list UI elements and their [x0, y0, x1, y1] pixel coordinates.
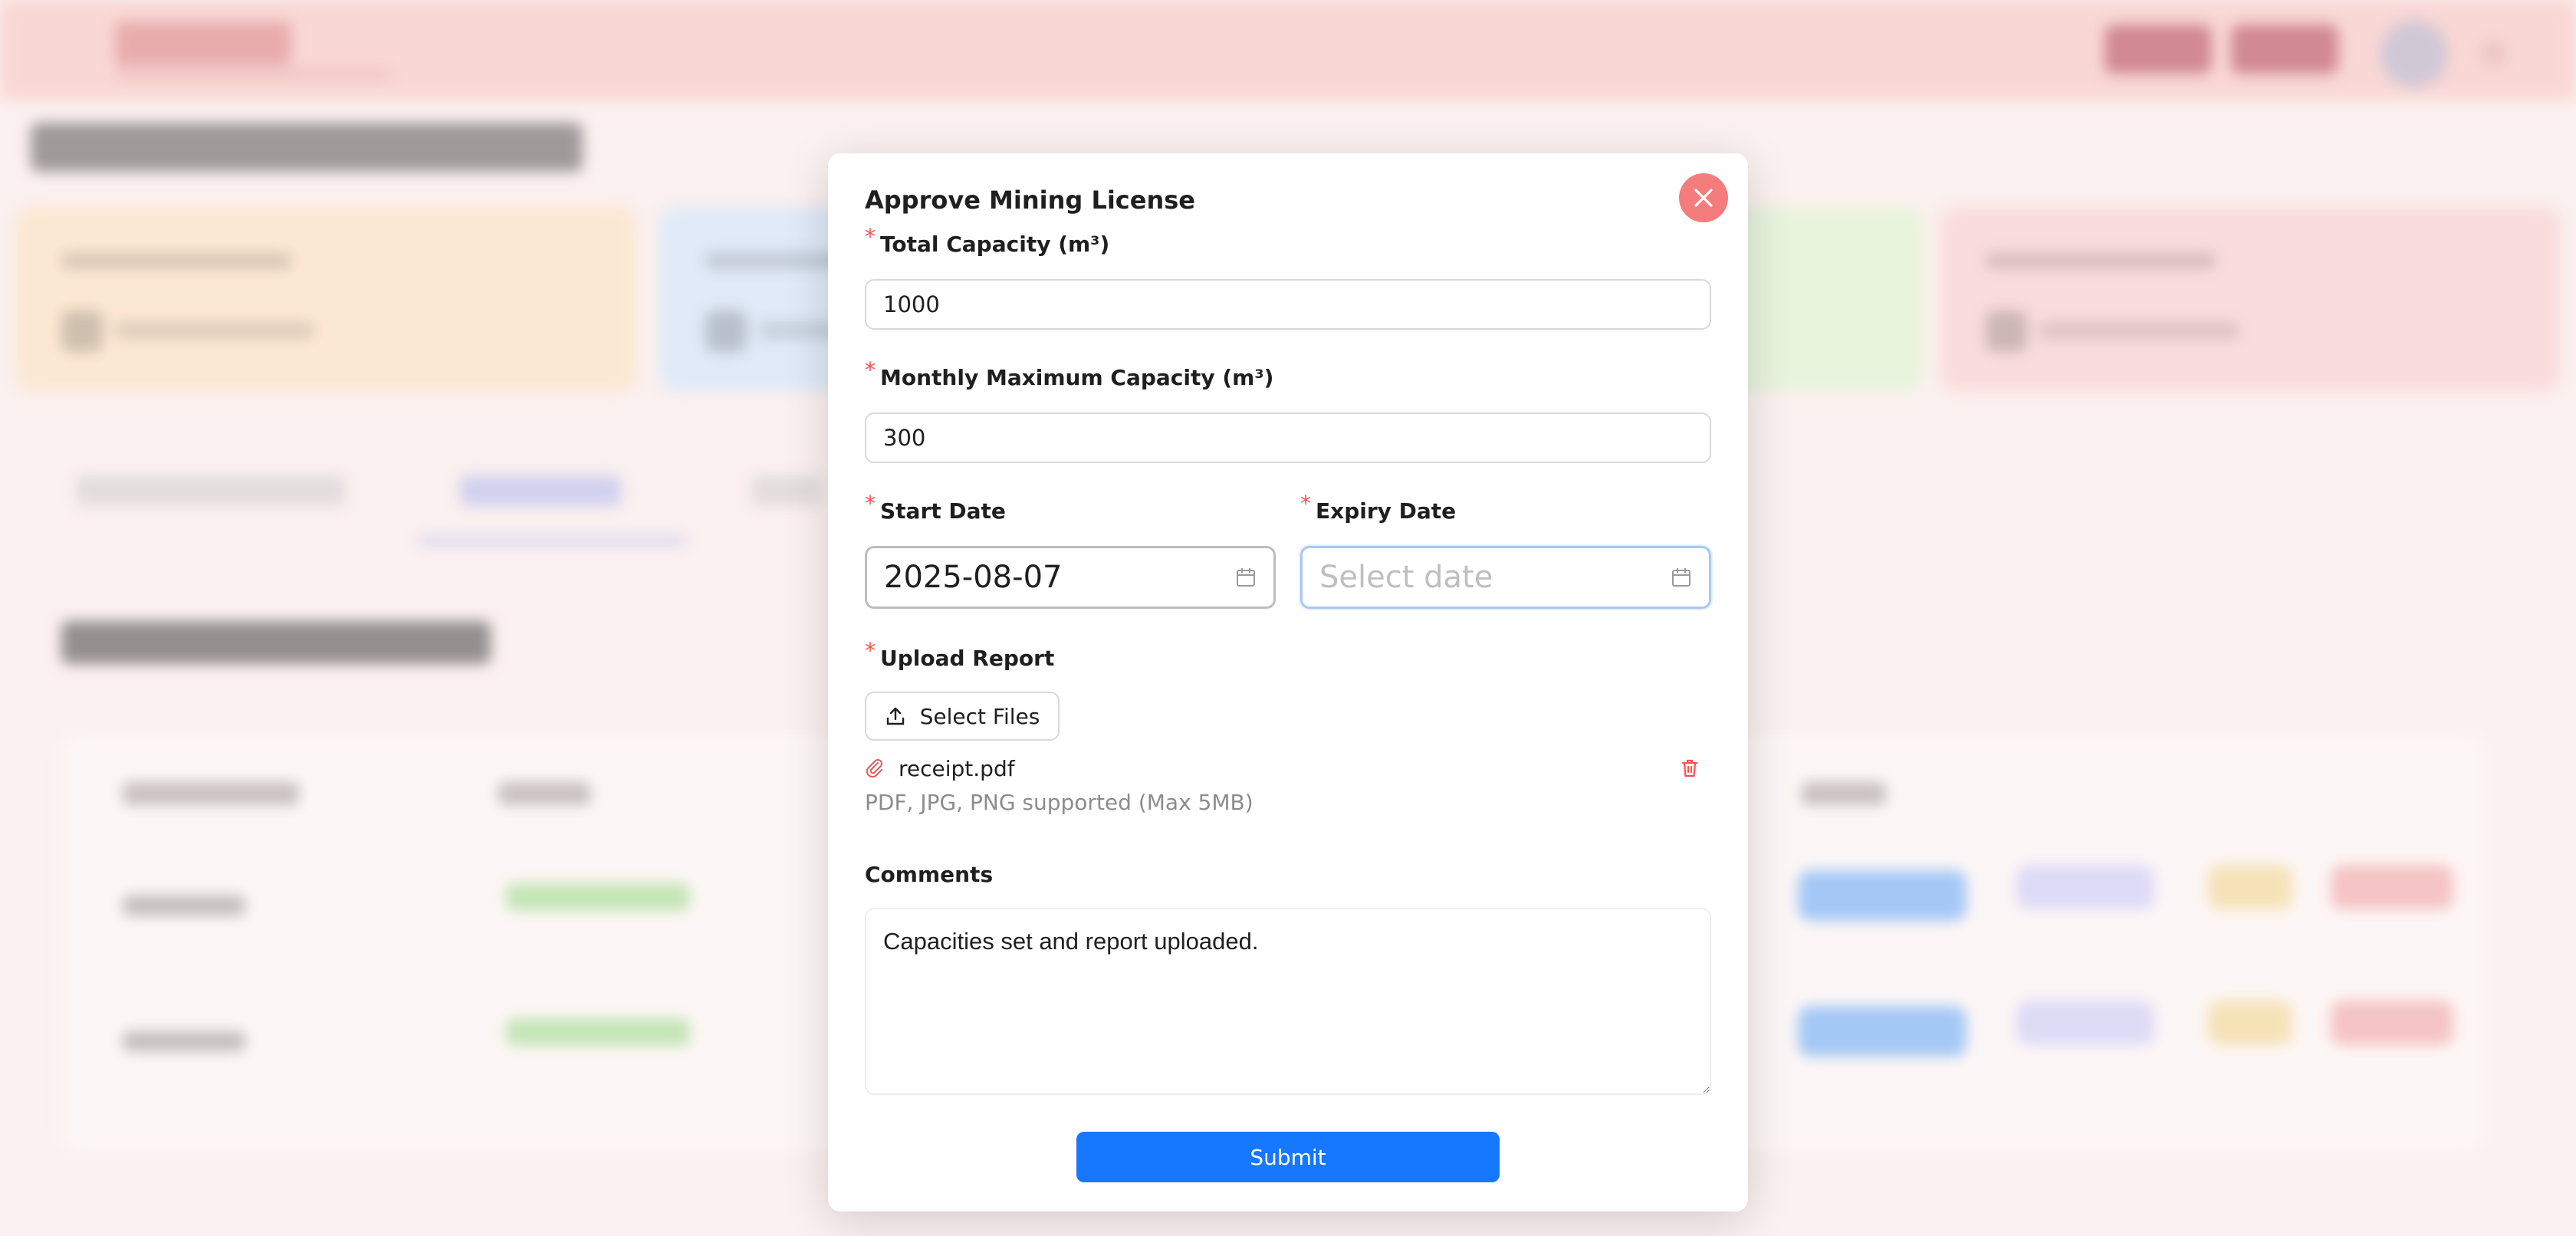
start-date-label: * Start Date: [865, 491, 1006, 524]
monthly-max-capacity-label: * Monthly Maximum Capacity (m³): [865, 357, 1274, 390]
approve-license-modal: Approve Mining License * Total Capacity (…: [828, 153, 1748, 1211]
select-files-button[interactable]: Select Files: [865, 692, 1060, 741]
expiry-date-placeholder: Select date: [1319, 560, 1493, 595]
monthly-max-capacity-input[interactable]: [865, 413, 1711, 463]
submit-button[interactable]: Submit: [1076, 1132, 1500, 1182]
upload-report-label: * Upload Report: [865, 638, 1055, 671]
start-date-picker[interactable]: 2025-08-07: [865, 546, 1276, 609]
comments-label: Comments: [865, 862, 994, 887]
expiry-date-picker[interactable]: Select date: [1300, 546, 1711, 609]
comments-textarea[interactable]: Capacities set and report uploaded.: [865, 908, 1711, 1095]
total-capacity-input[interactable]: [865, 279, 1711, 330]
calendar-icon: [1672, 568, 1691, 587]
uploaded-file-name[interactable]: receipt.pdf: [899, 756, 1679, 781]
modal-title: Approve Mining License: [865, 186, 1195, 215]
start-date-value: 2025-08-07: [884, 560, 1063, 595]
total-capacity-label: * Total Capacity (m³): [865, 224, 1110, 257]
calendar-icon: [1237, 568, 1255, 587]
close-button[interactable]: [1679, 173, 1728, 222]
uploaded-file-item: receipt.pdf: [865, 753, 1700, 784]
trash-icon[interactable]: [1679, 758, 1700, 779]
expiry-date-label: * Expiry Date: [1300, 491, 1457, 524]
upload-hint: PDF, JPG, PNG supported (Max 5MB): [865, 790, 1254, 815]
select-files-label: Select Files: [919, 703, 1040, 729]
paperclip-icon: [866, 759, 882, 778]
upload-icon: [886, 707, 904, 725]
close-icon: [1694, 189, 1713, 207]
